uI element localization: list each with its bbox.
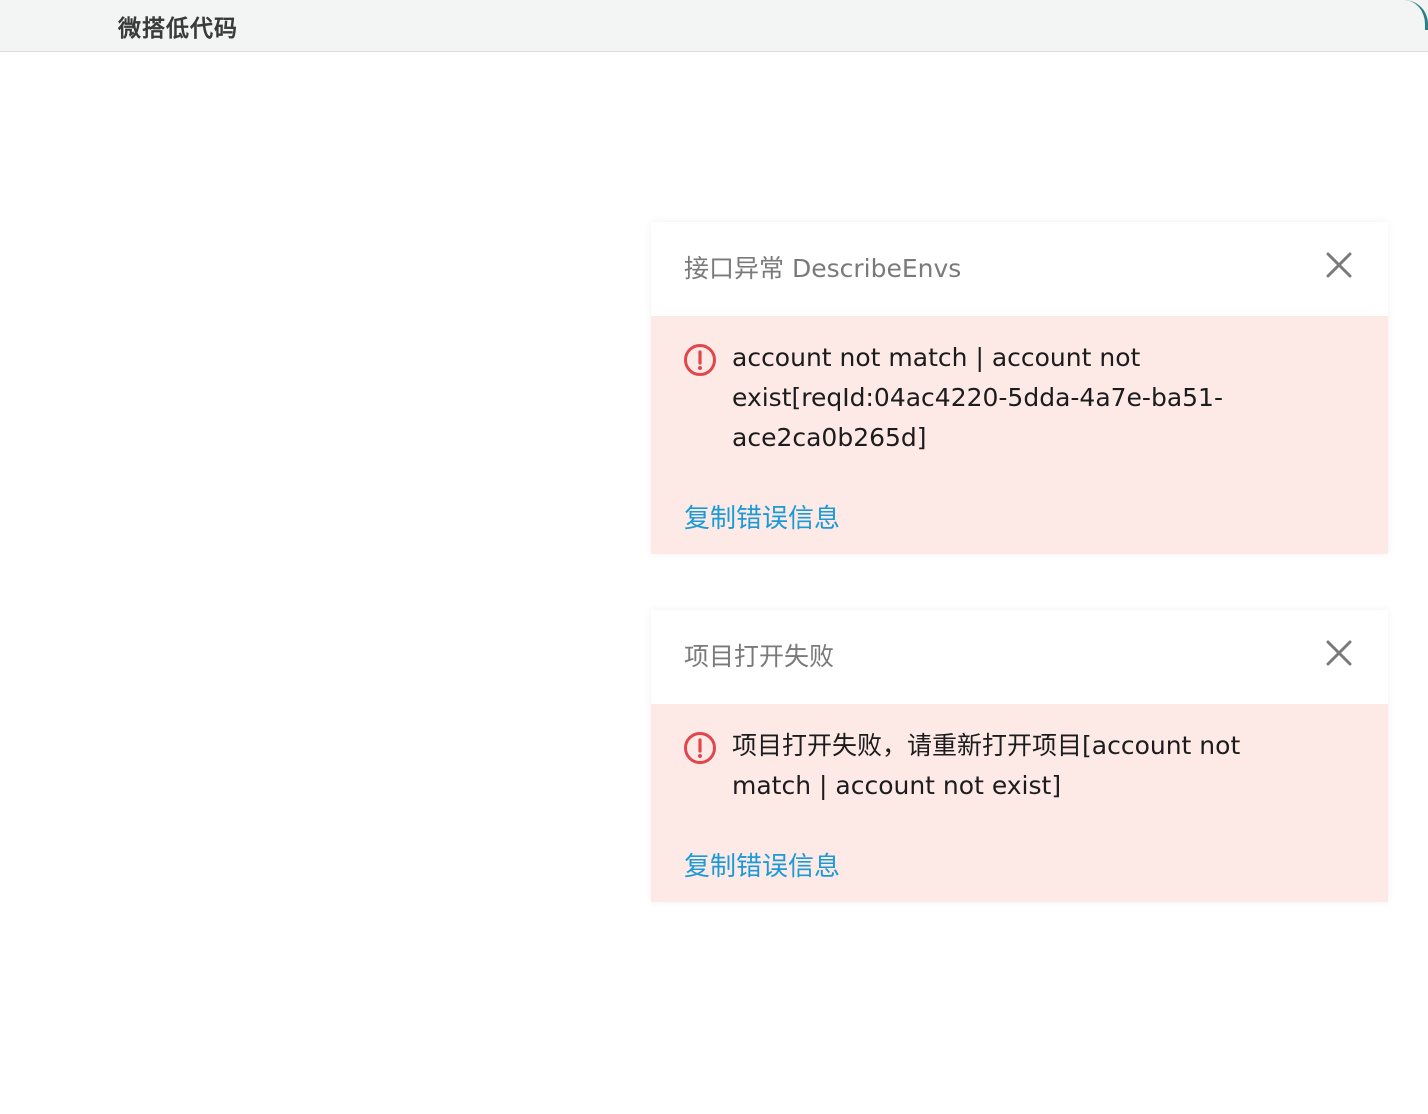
error-icon: [683, 343, 717, 377]
error-notification: 项目打开失败 项目打开失败，请重新打开项目[account not match …: [651, 610, 1388, 902]
notification-title: 接口异常 DescribeEnvs: [684, 254, 962, 283]
notification-header: 项目打开失败: [651, 610, 1388, 704]
copy-error-link[interactable]: 复制错误信息: [684, 846, 840, 883]
top-bar: 微搭低代码: [0, 0, 1428, 52]
error-message: account not match | account not exist[re…: [732, 343, 1223, 452]
window-corner-decoration: [1404, 0, 1428, 30]
copy-error-link[interactable]: 复制错误信息: [684, 498, 840, 535]
error-icon: [683, 731, 717, 765]
notification-title: 项目打开失败: [684, 642, 835, 671]
error-message: 项目打开失败，请重新打开项目[account not match | accou…: [732, 731, 1241, 800]
error-notification: 接口异常 DescribeEnvs account not match | ac…: [651, 222, 1388, 554]
close-icon[interactable]: [1326, 640, 1352, 666]
app-title: 微搭低代码: [118, 16, 238, 42]
notification-header: 接口异常 DescribeEnvs: [651, 222, 1388, 316]
notification-body: account not match | account not exist[re…: [651, 316, 1388, 554]
close-icon[interactable]: [1326, 252, 1352, 278]
notification-body: 项目打开失败，请重新打开项目[account not match | accou…: [651, 704, 1388, 902]
